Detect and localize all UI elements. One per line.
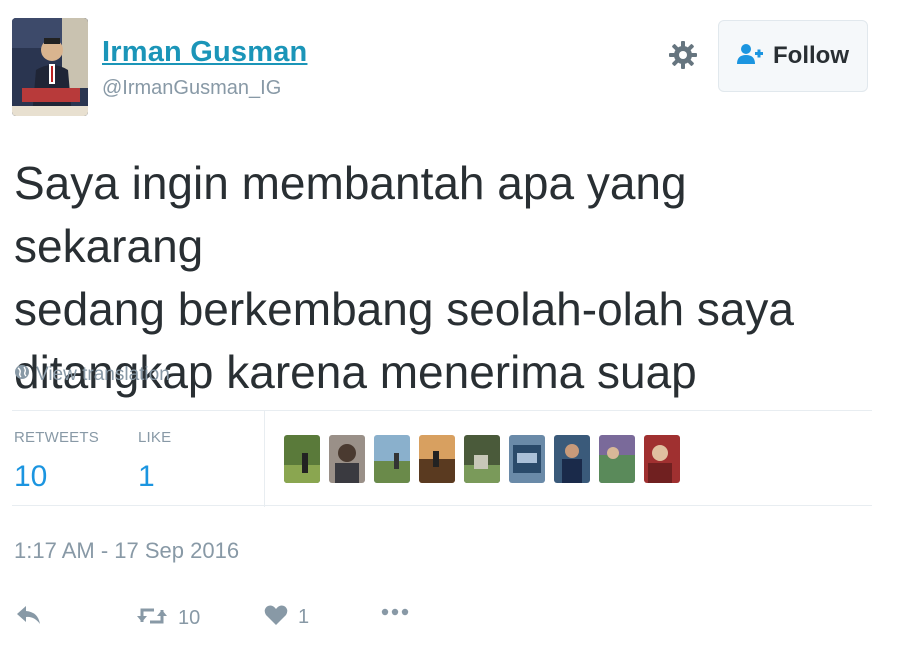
user-fullname[interactable]: Irman Gusman <box>102 36 307 69</box>
like-button[interactable]: 1 <box>264 604 309 631</box>
user-handle[interactable]: @IrmanGusman_IG <box>102 77 307 100</box>
engager-avatar[interactable] <box>374 435 410 483</box>
follow-button[interactable]: Follow <box>718 20 868 92</box>
engager-avatars <box>284 435 680 483</box>
retweets-label: RETWEETS <box>14 429 99 446</box>
reply-icon <box>16 604 42 631</box>
tweet-actions: 10 1 <box>16 600 616 640</box>
heart-icon <box>264 604 288 631</box>
tweet-timestamp[interactable]: 1:17 AM - 17 Sep 2016 <box>14 538 239 564</box>
like-count: 1 <box>298 606 310 628</box>
engager-avatar[interactable] <box>419 435 455 483</box>
retweet-button[interactable]: 10 <box>136 604 200 633</box>
avatar[interactable] <box>12 18 88 116</box>
stats-divider <box>264 411 265 507</box>
globe-icon <box>14 364 30 386</box>
view-translation-label: View translation <box>36 364 170 385</box>
follow-button-label: Follow <box>773 42 849 69</box>
more-button[interactable] <box>380 604 410 622</box>
tweet-header: Irman Gusman @IrmanGusman_IG Follow <box>12 18 880 118</box>
retweet-count: 10 <box>178 607 201 629</box>
add-user-icon <box>737 43 763 70</box>
view-translation-link[interactable]: View translation <box>14 364 170 386</box>
reply-button[interactable] <box>16 604 42 631</box>
engager-avatar[interactable] <box>329 435 365 483</box>
tweet-line: sedang berkembang seolah-olah saya <box>14 283 794 335</box>
retweet-icon <box>136 604 168 633</box>
avatar-image <box>12 18 88 116</box>
more-dots-icon <box>380 604 410 622</box>
user-names: Irman Gusman @IrmanGusman_IG <box>102 36 307 100</box>
engager-avatar[interactable] <box>599 435 635 483</box>
engager-avatar[interactable] <box>284 435 320 483</box>
tweet-stats: RETWEETS 10 LIKE 1 <box>12 410 872 507</box>
likes-count: 1 <box>138 460 155 493</box>
retweets-count: 10 <box>14 460 48 493</box>
engager-avatar[interactable] <box>509 435 545 483</box>
likes-stat[interactable]: LIKE 1 <box>138 429 171 494</box>
gear-icon[interactable] <box>668 40 698 70</box>
retweets-stat[interactable]: RETWEETS 10 <box>14 429 99 494</box>
tweet-line: Saya ingin membantah apa yang sekarang <box>14 157 687 272</box>
likes-label: LIKE <box>138 429 172 446</box>
engager-avatar[interactable] <box>644 435 680 483</box>
engager-avatar[interactable] <box>464 435 500 483</box>
engager-avatar[interactable] <box>554 435 590 483</box>
